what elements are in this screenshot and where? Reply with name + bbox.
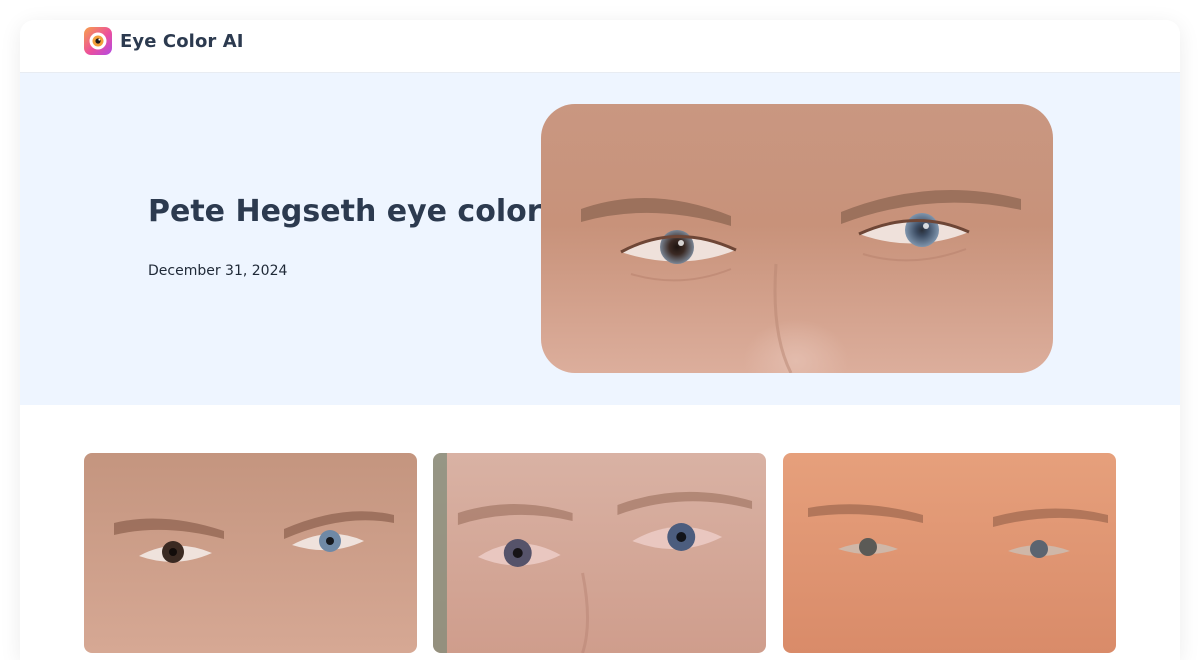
- brand-link[interactable]: Eye Color AI: [84, 27, 244, 55]
- gallery-photo-3[interactable]: [783, 453, 1116, 653]
- brand-name: Eye Color AI: [120, 30, 244, 52]
- eye-icon: [84, 27, 112, 55]
- publish-date: December 31, 2024: [148, 263, 288, 279]
- eyes-closeup-photo-2: [433, 453, 766, 653]
- hero-eyes-photo: [541, 104, 1053, 373]
- gallery-photo-2[interactable]: [433, 453, 766, 653]
- page-card: Eye Color AI Pete Hegseth eye color Dece…: [20, 20, 1180, 660]
- gallery-photo-1[interactable]: [84, 453, 417, 653]
- eyes-closeup-photo-3: [783, 453, 1116, 653]
- page-title: Pete Hegseth eye color: [148, 194, 542, 229]
- hero-section: Pete Hegseth eye color December 31, 2024: [20, 73, 1180, 405]
- navbar: Eye Color AI: [20, 20, 1180, 73]
- eyes-closeup-photo-1: [84, 453, 417, 653]
